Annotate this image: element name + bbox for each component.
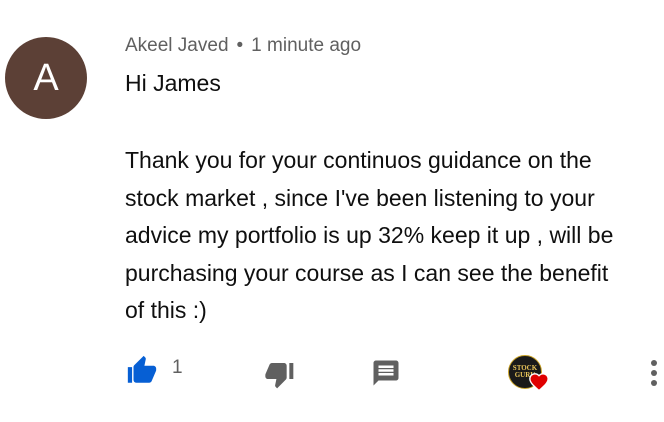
reply-button[interactable] (366, 353, 406, 393)
author-name[interactable]: Akeel Javed (125, 35, 229, 56)
like-count: 1 (172, 357, 183, 378)
thumbs-down-icon (265, 363, 294, 389)
comment-body: Thank you for your continuos guidance on… (125, 147, 614, 323)
comment-meta: Akeel Javed • 1 minute ago (125, 35, 361, 57)
avatar[interactable]: A (5, 37, 87, 119)
more-vertical-icon-dot (651, 380, 657, 386)
comment-greeting: Hi James (125, 70, 221, 96)
dislike-button[interactable] (260, 355, 300, 395)
more-vertical-icon (651, 360, 657, 366)
more-vertical-icon-dot (651, 370, 657, 376)
thumbs-up-icon (127, 355, 157, 383)
comment-icon (373, 360, 399, 386)
like-button[interactable] (122, 350, 162, 390)
more-options-button[interactable] (644, 353, 664, 393)
timestamp[interactable]: 1 minute ago (251, 35, 361, 56)
avatar-letter: A (33, 56, 59, 99)
meta-separator: • (236, 35, 244, 56)
creator-heart-badge[interactable]: STOCK GURU (506, 353, 556, 397)
heart-icon (529, 373, 549, 392)
comment-actions: 1 STOCK GURU (0, 345, 664, 405)
comment-item: A Akeel Javed • 1 minute ago Hi James Than… (0, 0, 664, 422)
